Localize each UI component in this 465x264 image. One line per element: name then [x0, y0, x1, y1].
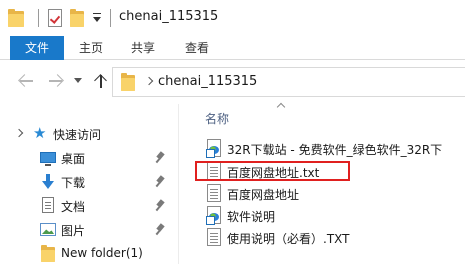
folder-icon: [41, 245, 55, 262]
new-folder-quick-icon[interactable]: [70, 9, 84, 27]
up-arrow-icon[interactable]: [92, 72, 110, 90]
file-row[interactable]: 百度网盘地址: [179, 182, 465, 204]
nav-item-pictures[interactable]: 图片: [0, 218, 178, 242]
customize-toolbar-dropdown-icon[interactable]: [91, 11, 103, 25]
nav-quick-access[interactable]: ★ 快速访问: [0, 122, 178, 146]
nav-label: 桌面: [61, 152, 86, 166]
pin-icon: [156, 176, 166, 188]
document-icon: [42, 197, 54, 213]
nav-label: 文档: [61, 200, 86, 214]
app-folder-icon: [8, 9, 24, 27]
url-shortcut-icon: [206, 206, 221, 225]
url-shortcut-icon: [206, 139, 221, 158]
desktop-icon: [40, 152, 56, 166]
file-name: 使用说明（必看）.TXT: [227, 232, 350, 246]
picture-icon: [40, 223, 56, 236]
highlight-annotation-box: [195, 161, 350, 181]
nav-item-documents[interactable]: 文档: [0, 194, 178, 218]
text-file-icon: [207, 184, 221, 202]
expand-chevron-icon[interactable]: [14, 128, 24, 138]
file-row[interactable]: 使用说明（必看）.TXT: [179, 226, 465, 248]
nav-item-desktop[interactable]: 桌面: [0, 146, 178, 170]
navigation-pane: ★ 快速访问 桌面 下载 文档 图片 New folder(1): [0, 104, 178, 264]
navigation-bar: chenai_115315: [0, 60, 465, 104]
nav-item-new-folder[interactable]: New folder(1): [0, 242, 178, 264]
sort-indicator-icon: [277, 104, 287, 110]
nav-label: 快速访问: [53, 128, 102, 142]
title-separator: [110, 9, 111, 27]
tab-view[interactable]: 查看: [180, 36, 214, 60]
column-header-name[interactable]: 名称: [205, 110, 229, 127]
download-icon: [42, 174, 54, 190]
pin-icon: [156, 224, 166, 236]
nav-label: 图片: [61, 224, 86, 238]
back-arrow-icon[interactable]: [18, 72, 36, 90]
file-row[interactable]: 32R下载站 - 免费软件_绿色软件_32R下: [179, 137, 465, 159]
nav-label: 下载: [61, 176, 86, 190]
address-bar[interactable]: chenai_115315: [112, 67, 465, 97]
pin-icon: [156, 200, 166, 212]
file-name: 32R下载站 - 免费软件_绿色软件_32R下: [227, 143, 443, 157]
recent-locations-chevron-icon[interactable]: [74, 78, 82, 83]
star-icon: ★: [33, 124, 47, 142]
quick-access-separator: [38, 9, 39, 27]
pin-icon: [156, 152, 166, 164]
tab-share[interactable]: 共享: [126, 36, 160, 60]
file-name: 百度网盘地址: [227, 188, 300, 202]
ribbon-tab-bar: 文件 主页 共享 查看: [0, 36, 465, 60]
nav-label: New folder(1): [61, 246, 143, 260]
window-title: chenai_115315: [119, 9, 219, 24]
forward-arrow-icon[interactable]: [46, 72, 64, 90]
properties-check-icon[interactable]: [48, 9, 62, 27]
address-folder-icon: [121, 73, 135, 91]
tab-file[interactable]: 文件: [10, 36, 64, 60]
title-bar: chenai_115315: [0, 0, 465, 36]
file-row[interactable]: 软件说明: [179, 204, 465, 226]
tab-home[interactable]: 主页: [74, 36, 108, 60]
breadcrumb-current[interactable]: chenai_115315: [158, 74, 257, 89]
breadcrumb-chevron-icon[interactable]: [144, 76, 154, 86]
nav-item-downloads[interactable]: 下载: [0, 170, 178, 194]
file-name: 软件说明: [227, 210, 276, 224]
text-file-icon: [207, 228, 221, 246]
file-list: 名称 32R下载站 - 免费软件_绿色软件_32R下 百度网盘地址.txt 百度…: [179, 104, 465, 264]
